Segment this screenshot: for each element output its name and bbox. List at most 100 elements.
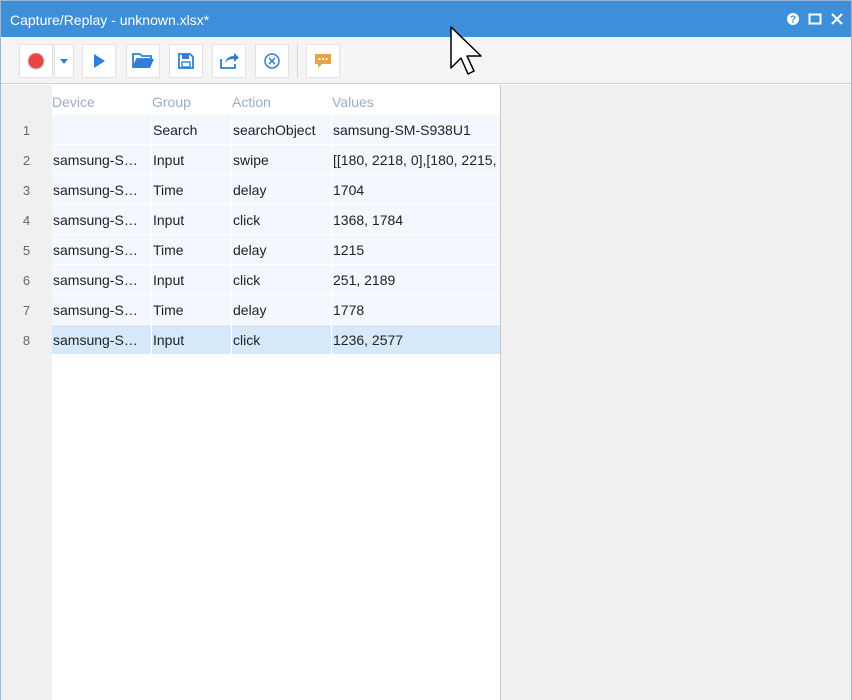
cell-values[interactable]: [[180, 2218, 0],[180, 2215, — [333, 152, 500, 168]
column-divider — [231, 295, 232, 325]
column-divider — [151, 145, 152, 175]
cell-action[interactable]: click — [233, 332, 329, 348]
column-divider — [231, 265, 232, 295]
record-icon — [27, 52, 45, 70]
folder-open-icon — [132, 53, 154, 69]
cell-values[interactable]: 1704 — [333, 182, 500, 198]
table-row[interactable]: 2 samsung-SM-S938U1Inputswipe[[180, 2218,… — [1, 145, 500, 175]
column-header-group[interactable]: Group — [152, 94, 191, 110]
cell-values[interactable]: 251, 2189 — [333, 272, 500, 288]
cell-action[interactable]: click — [233, 272, 329, 288]
column-divider — [331, 235, 332, 265]
column-divider — [231, 205, 232, 235]
column-divider — [231, 145, 232, 175]
cell-group[interactable]: Time — [153, 242, 229, 258]
cell-values[interactable]: 1236, 2577 — [333, 332, 500, 348]
detail-pane — [501, 85, 851, 700]
open-button[interactable] — [126, 44, 160, 78]
cell-action[interactable]: delay — [233, 242, 329, 258]
cell-action[interactable]: delay — [233, 302, 329, 318]
row-number: 1 — [22, 123, 31, 138]
cell-device[interactable]: samsung-SM-S938U1 — [53, 152, 149, 168]
cell-action[interactable]: click — [233, 212, 329, 228]
table-row[interactable]: 8 samsung-SM-S938U1Inputclick1236, 2577 — [1, 325, 500, 355]
cell-group[interactable]: Input — [153, 332, 229, 348]
column-header-values[interactable]: Values — [332, 94, 374, 110]
column-header-device[interactable]: Device — [52, 94, 95, 110]
cell-device[interactable]: samsung-SM-S938U1 — [53, 332, 149, 348]
window-title: Capture/Replay - unknown.xlsx* — [10, 12, 210, 28]
save-icon — [178, 53, 194, 69]
help-icon[interactable]: ? — [785, 11, 801, 27]
column-divider — [231, 235, 232, 265]
record-button[interactable] — [19, 44, 53, 78]
toolbar-separator — [297, 44, 298, 78]
maximize-icon[interactable] — [807, 11, 823, 27]
mouse-cursor-icon — [450, 26, 484, 78]
column-divider — [331, 205, 332, 235]
column-divider — [231, 175, 232, 205]
cell-device[interactable]: samsung-SM-S938U1 — [53, 212, 149, 228]
row-number: 8 — [22, 333, 31, 348]
column-divider — [231, 325, 232, 355]
cell-values[interactable]: 1368, 1784 — [333, 212, 500, 228]
row-number: 4 — [22, 213, 31, 228]
column-divider — [151, 115, 152, 145]
play-button[interactable] — [82, 44, 116, 78]
clear-icon — [264, 53, 280, 69]
cell-action[interactable]: searchObject — [233, 122, 329, 138]
column-divider — [151, 205, 152, 235]
cell-group[interactable]: Time — [153, 302, 229, 318]
column-divider — [151, 295, 152, 325]
column-divider — [331, 265, 332, 295]
cell-device[interactable]: samsung-SM-S938U1 — [53, 242, 149, 258]
cell-action[interactable]: delay — [233, 182, 329, 198]
cell-action[interactable]: swipe — [233, 152, 329, 168]
toolbar — [1, 37, 851, 84]
cell-device[interactable]: samsung-SM-S938U1 — [53, 302, 149, 318]
comment-icon — [315, 54, 331, 68]
cell-group[interactable]: Time — [153, 182, 229, 198]
column-divider — [331, 175, 332, 205]
title-bar[interactable]: Capture/Replay - unknown.xlsx* ? — [1, 1, 851, 37]
svg-text:?: ? — [790, 15, 796, 26]
record-dropdown-button[interactable] — [54, 44, 74, 78]
column-divider — [151, 325, 152, 355]
table-row[interactable]: 4 samsung-SM-S938U1Inputclick1368, 1784 — [1, 205, 500, 235]
table-row[interactable]: 5 samsung-SM-S938U1Timedelay1215 — [1, 235, 500, 265]
table-row[interactable]: 3 samsung-SM-S938U1Timedelay1704 — [1, 175, 500, 205]
row-number: 5 — [22, 243, 31, 258]
close-icon[interactable] — [829, 11, 845, 27]
cell-group[interactable]: Search — [153, 122, 229, 138]
cell-device[interactable]: samsung-SM-S938U1 — [53, 272, 149, 288]
column-divider — [331, 145, 332, 175]
cell-device[interactable]: samsung-SM-S938U1 — [53, 182, 149, 198]
cell-values[interactable]: 1215 — [333, 242, 500, 258]
table-row[interactable]: 7 samsung-SM-S938U1Timedelay1778 — [1, 295, 500, 325]
column-divider — [151, 265, 152, 295]
column-divider — [231, 115, 232, 145]
play-icon — [94, 54, 105, 68]
cell-group[interactable]: Input — [153, 212, 229, 228]
capture-replay-window: Capture/Replay - unknown.xlsx* ? Device … — [0, 0, 852, 700]
column-divider — [331, 115, 332, 145]
column-divider — [331, 325, 332, 355]
cell-values[interactable]: samsung-SM-S938U1 — [333, 122, 500, 138]
cell-values[interactable]: 1778 — [333, 302, 500, 318]
column-header-action[interactable]: Action — [232, 94, 271, 110]
comment-button[interactable] — [306, 44, 340, 78]
column-divider — [151, 235, 152, 265]
cell-group[interactable]: Input — [153, 152, 229, 168]
row-number: 6 — [22, 273, 31, 288]
steps-table: Device Group Action Values 1 Search search… — [1, 85, 501, 700]
cell-group[interactable]: Input — [153, 272, 229, 288]
clear-button[interactable] — [255, 44, 289, 78]
save-button[interactable] — [169, 44, 203, 78]
row-number: 2 — [22, 153, 31, 168]
table-row[interactable]: 1 Search searchObject samsung-SM-S938U1 — [1, 115, 500, 145]
export-button[interactable] — [212, 44, 246, 78]
caret-down-icon — [60, 59, 68, 64]
export-icon — [220, 53, 239, 69]
column-divider — [151, 175, 152, 205]
table-row[interactable]: 6 samsung-SM-S938U1Inputclick251, 2189 — [1, 265, 500, 295]
